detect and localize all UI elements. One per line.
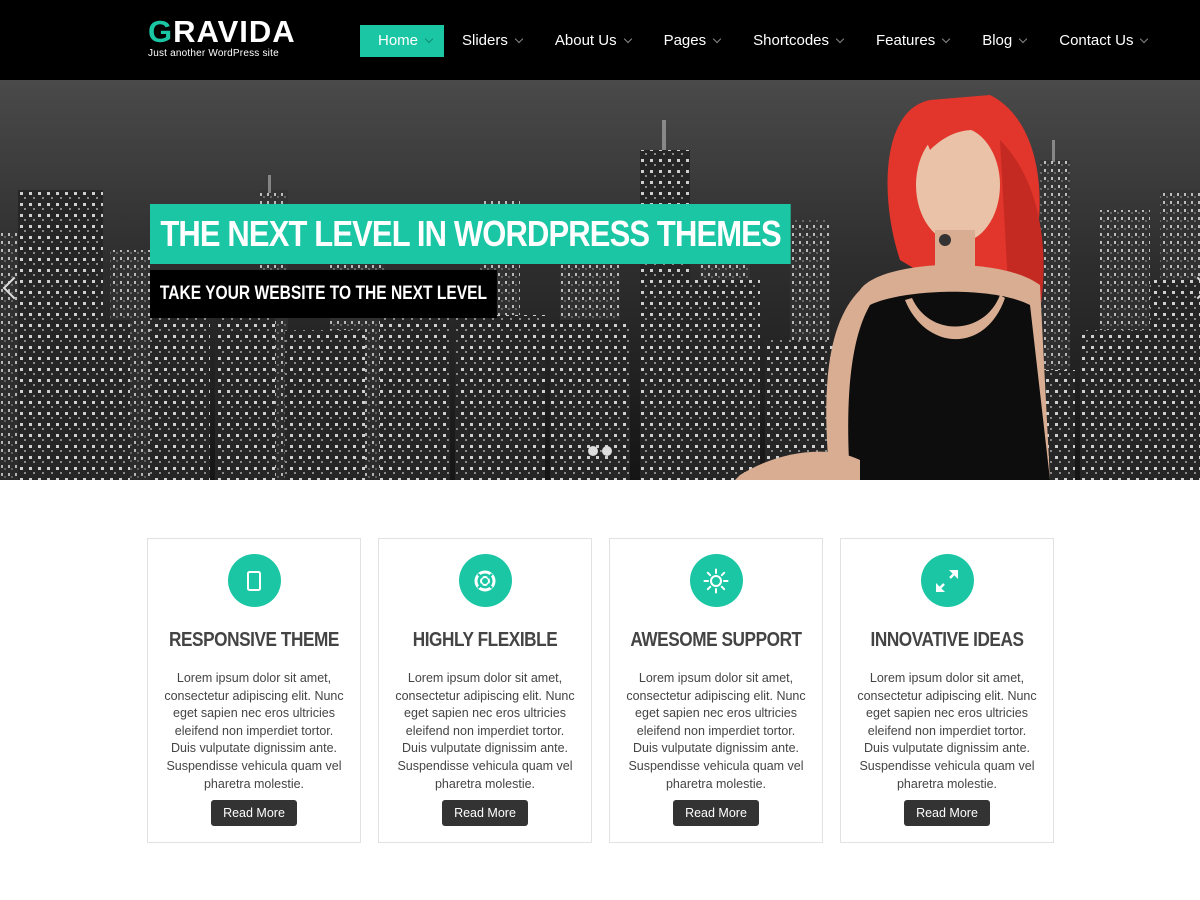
nav-label: Contact Us [1059, 32, 1134, 49]
feature-title: AWESOME SUPPORT [630, 629, 802, 651]
slider-dot[interactable] [602, 446, 612, 456]
nav-item-contact-us[interactable]: Contact Us [1044, 25, 1149, 57]
nav-label: Pages [663, 32, 707, 49]
lifebuoy-icon [474, 570, 496, 591]
read-more-button[interactable]: Read More [673, 800, 759, 827]
nav-item-sliders[interactable]: Sliders [447, 25, 524, 57]
slider-pagination [588, 446, 612, 456]
hero-title: THE NEXT LEVEL IN WORDPRESS THEMES [150, 204, 792, 264]
nav-item-blog[interactable]: Blog [967, 25, 1028, 57]
read-more-button[interactable]: Read More [904, 800, 990, 827]
chevron-down-icon [1019, 34, 1028, 44]
hero-subtitle: TAKE YOUR WEBSITE TO THE NEXT LEVEL [150, 270, 497, 318]
feature-icon-circle [689, 554, 743, 607]
nav-label: Sliders [462, 32, 508, 49]
feature-icon-circle [920, 554, 974, 607]
nav-label: Features [876, 32, 936, 49]
tablet-icon [247, 570, 261, 591]
nav-item-about-us[interactable]: About Us [540, 25, 632, 57]
site-title-rest: RAVIDA [173, 14, 296, 49]
main-nav: Home Sliders About Us Pages Shortcodes F… [360, 25, 1165, 57]
read-more-button[interactable]: Read More [211, 800, 297, 827]
chevron-down-icon [623, 34, 632, 44]
chevron-down-icon [1140, 34, 1149, 44]
feature-text: Lorem ipsum dolor sit amet, consectetur … [395, 671, 575, 791]
chevron-down-icon [424, 34, 434, 44]
nav-label: Shortcodes [753, 32, 830, 49]
expand-arrows-icon [936, 569, 958, 592]
feature-card: AWESOME SUPPORT Lorem ipsum dolor sit am… [609, 538, 823, 843]
site-title[interactable]: GRAVIDA [148, 14, 296, 50]
chevron-down-icon [941, 34, 951, 44]
feature-text: Lorem ipsum dolor sit amet, consectetur … [626, 671, 806, 791]
slider-dot[interactable] [588, 446, 598, 456]
chevron-down-icon [514, 34, 524, 44]
site-logo[interactable]: GRAVIDA Just another WordPress site [148, 14, 296, 59]
nav-label: About Us [554, 32, 617, 49]
feature-text: Lorem ipsum dolor sit amet, consectetur … [857, 671, 1037, 791]
features-section: RESPONSIVE THEME Lorem ipsum dolor sit a… [147, 538, 1054, 843]
feature-title: INNOVATIVE IDEAS [870, 629, 1024, 651]
feature-card: RESPONSIVE THEME Lorem ipsum dolor sit a… [147, 538, 361, 843]
nav-item-shortcodes[interactable]: Shortcodes [738, 25, 845, 57]
feature-title: HIGHLY FLEXIBLE [412, 629, 558, 651]
site-title-initial: G [148, 14, 174, 49]
nav-label: Home [378, 32, 419, 49]
read-more-button[interactable]: Read More [442, 800, 528, 827]
chevron-down-icon [712, 34, 722, 44]
feature-icon-circle [458, 554, 512, 607]
feature-icon-circle [227, 554, 281, 607]
chevron-down-icon [835, 34, 845, 44]
nav-item-home[interactable]: Home [360, 25, 445, 57]
site-header: GRAVIDA Just another WordPress site Home… [0, 0, 1200, 80]
nav-item-pages[interactable]: Pages [649, 25, 722, 57]
nav-label: Blog [982, 32, 1013, 49]
feature-card: HIGHLY FLEXIBLE Lorem ipsum dolor sit am… [378, 538, 592, 843]
nav-item-features[interactable]: Features [861, 25, 951, 57]
feature-text: Lorem ipsum dolor sit amet, consectetur … [164, 671, 344, 791]
feature-title: RESPONSIVE THEME [169, 629, 339, 651]
hero-slider: THE NEXT LEVEL IN WORDPRESS THEMES TAKE … [0, 80, 1200, 480]
site-tagline: Just another WordPress site [148, 48, 279, 59]
feature-card: INNOVATIVE IDEAS Lorem ipsum dolor sit a… [840, 538, 1054, 843]
sun-icon [703, 568, 729, 593]
